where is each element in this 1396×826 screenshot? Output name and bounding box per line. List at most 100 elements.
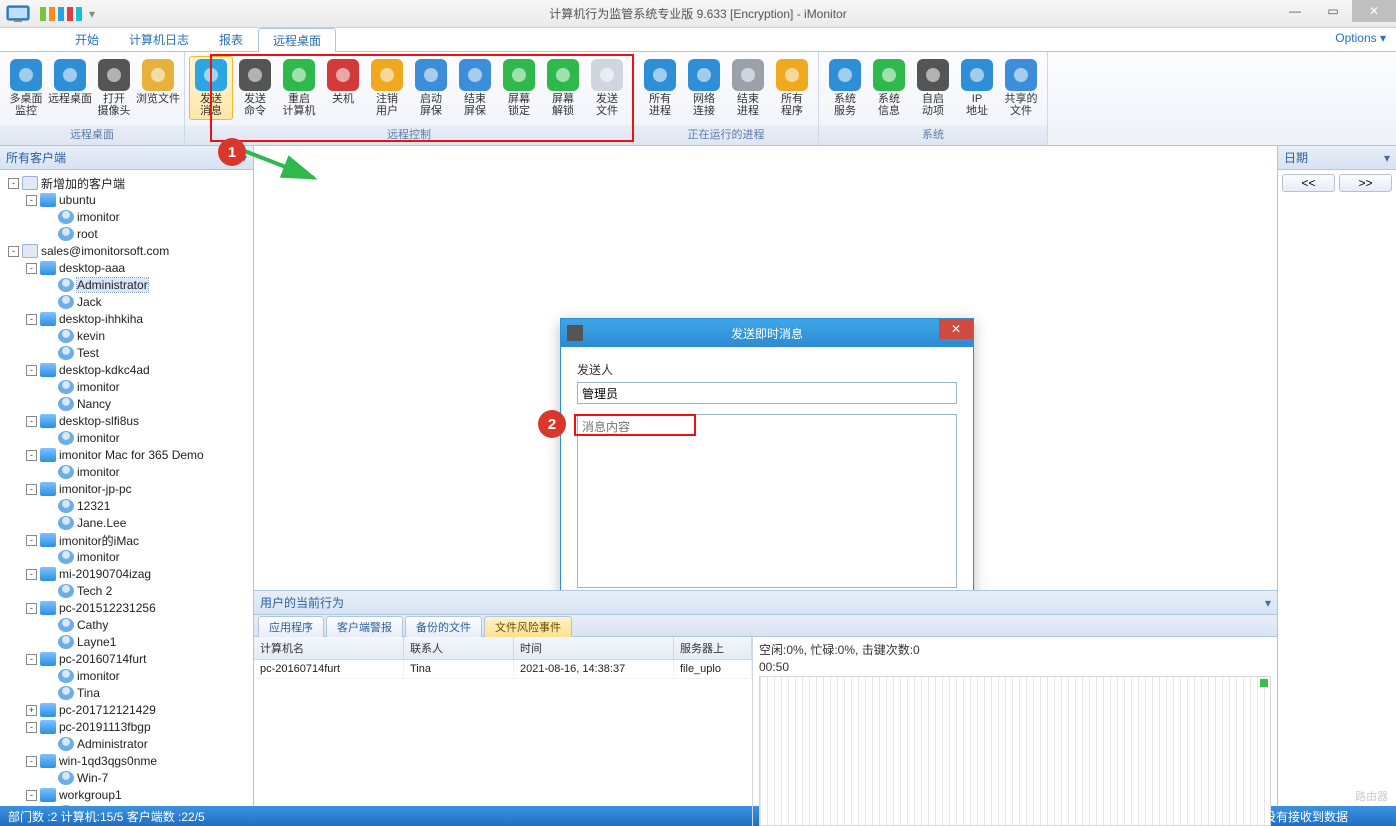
tree-node[interactable]: -pc-20160714furt (2, 651, 251, 667)
options-menu[interactable]: Options (1335, 31, 1386, 45)
tree-node[interactable]: Jane.Lee (2, 515, 251, 531)
ribbon-btn-3-0[interactable]: 系统 服务 (823, 56, 867, 120)
ribbon-btn-2-1[interactable]: 网络 连接 (682, 56, 726, 120)
tree-node[interactable]: Cathy (2, 617, 251, 633)
menu-tab-0[interactable]: 开始 (60, 27, 114, 51)
grid-col-header[interactable]: 计算机名 (254, 637, 404, 659)
ribbon-btn-1-3[interactable]: 关机 (321, 56, 365, 108)
tree-node[interactable]: -pc-20191113fbgp (2, 719, 251, 735)
ribbon-btn-1-5[interactable]: 启动 屏保 (409, 56, 453, 120)
menu-tab-3[interactable]: 远程桌面 (258, 28, 336, 52)
table-row[interactable]: pc-20160714furtTina2021-08-16, 14:38:37f… (254, 660, 752, 679)
tree-node[interactable]: Nancy (2, 396, 251, 412)
collapse-icon[interactable]: - (26, 535, 37, 546)
tree-node[interactable]: Layne1 (2, 634, 251, 650)
tree-node[interactable]: -mi-20190704izag (2, 566, 251, 582)
ribbon-btn-1-7[interactable]: 屏幕 锁定 (497, 56, 541, 120)
ribbon-btn-3-4[interactable]: 共享的 文件 (999, 56, 1043, 120)
tree-node[interactable]: -imonitor-jp-pc (2, 481, 251, 497)
message-body-input[interactable] (577, 414, 957, 588)
tree-node[interactable]: -win-1qd3qgs0nme (2, 753, 251, 769)
tree-node[interactable]: Jack (2, 294, 251, 310)
ribbon-btn-0-1[interactable]: 远程桌面 (48, 56, 92, 108)
ribbon-btn-2-3[interactable]: 所有 程序 (770, 56, 814, 120)
collapse-icon[interactable]: - (8, 178, 19, 189)
minimize-button[interactable]: — (1276, 0, 1314, 22)
ribbon-btn-1-9[interactable]: 发送 文件 (585, 56, 629, 120)
behavior-grid[interactable]: 计算机名联系人时间服务器上 pc-20160714furtTina2021-08… (254, 637, 753, 826)
tree-node[interactable]: -desktop-aaa (2, 260, 251, 276)
tree-node[interactable]: +pc-201712121429 (2, 702, 251, 718)
behavior-tab-0[interactable]: 应用程序 (258, 616, 324, 637)
dialog-titlebar[interactable]: 发送即时消息 ✕ (561, 319, 973, 347)
grid-col-header[interactable]: 服务器上 (674, 637, 752, 659)
ribbon-btn-1-1[interactable]: 发送 命令 (233, 56, 277, 120)
tree-node[interactable]: Administrator (2, 736, 251, 752)
tree-node[interactable]: imonitor (2, 430, 251, 446)
collapse-icon[interactable]: - (26, 365, 37, 376)
grid-col-header[interactable]: 联系人 (404, 637, 514, 659)
collapse-icon[interactable]: - (26, 416, 37, 427)
menu-tab-2[interactable]: 报表 (204, 27, 258, 51)
ribbon-btn-1-6[interactable]: 结束 屏保 (453, 56, 497, 120)
tree-node[interactable]: -imonitor Mac for 365 Demo (2, 447, 251, 463)
tree-node[interactable]: imonitor (2, 464, 251, 480)
panel-menu-icon[interactable]: ▾ (1265, 596, 1271, 610)
tree-node[interactable]: imonitor (2, 379, 251, 395)
close-button[interactable]: ✕ (1352, 0, 1396, 22)
behavior-tab-3[interactable]: 文件风险事件 (484, 616, 572, 637)
quick-access-toolbar[interactable]: ▾ (40, 7, 95, 21)
tree-node[interactable]: imonitor (2, 209, 251, 225)
tree-node[interactable]: kevin (2, 328, 251, 344)
ribbon-btn-0-3[interactable]: 浏览文件 (136, 56, 180, 108)
tree-node[interactable]: -desktop-kdkc4ad (2, 362, 251, 378)
menu-tab-1[interactable]: 计算机日志 (114, 27, 204, 51)
collapse-icon[interactable]: - (26, 654, 37, 665)
client-tree[interactable]: -新增加的客户端-ubuntuimonitorroot-sales@imonit… (0, 170, 253, 806)
tree-node[interactable]: -desktop-ihhkiha (2, 311, 251, 327)
tree-node[interactable]: Tina (2, 685, 251, 701)
behavior-tab-1[interactable]: 客户端警报 (326, 616, 403, 637)
collapse-icon[interactable]: - (26, 314, 37, 325)
tree-node[interactable]: -imonitor的iMac (2, 532, 251, 548)
tree-node[interactable]: Test (2, 345, 251, 361)
tree-node[interactable]: -新增加的客户端 (2, 175, 251, 191)
tree-node[interactable]: -pc-201512231256 (2, 600, 251, 616)
collapse-icon[interactable]: - (26, 569, 37, 580)
tree-node[interactable]: -desktop-slfi8us (2, 413, 251, 429)
ribbon-btn-3-3[interactable]: IP 地址 (955, 56, 999, 120)
ribbon-btn-2-0[interactable]: 所有 进程 (638, 56, 682, 120)
tree-node[interactable]: Administrator (2, 804, 251, 806)
tree-node[interactable]: Tech 2 (2, 583, 251, 599)
ribbon-btn-0-2[interactable]: 打开 摄像头 (92, 56, 136, 120)
ribbon-btn-3-1[interactable]: 系统 信息 (867, 56, 911, 120)
panel-menu-icon[interactable]: ▾ (1384, 151, 1390, 165)
tree-node[interactable]: Administrator (2, 277, 251, 293)
expand-icon[interactable]: + (26, 705, 37, 716)
tree-node[interactable]: imonitor (2, 549, 251, 565)
tree-node[interactable]: Win-7 (2, 770, 251, 786)
collapse-icon[interactable]: - (26, 450, 37, 461)
maximize-button[interactable]: ▭ (1314, 0, 1352, 22)
ribbon-btn-0-0[interactable]: 多桌面 监控 (4, 56, 48, 120)
date-prev-button[interactable]: << (1282, 174, 1335, 192)
date-next-button[interactable]: >> (1339, 174, 1392, 192)
ribbon-btn-1-2[interactable]: 重启 计算机 (277, 56, 321, 120)
collapse-icon[interactable]: - (26, 603, 37, 614)
ribbon-btn-2-2[interactable]: 结束 进程 (726, 56, 770, 120)
ribbon-btn-3-2[interactable]: 自启 动项 (911, 56, 955, 120)
ribbon-btn-1-8[interactable]: 屏幕 解锁 (541, 56, 585, 120)
collapse-icon[interactable]: - (26, 722, 37, 733)
collapse-icon[interactable]: - (26, 484, 37, 495)
ribbon-btn-1-0[interactable]: 发送 消息 (189, 56, 233, 120)
ribbon-btn-1-4[interactable]: 注销 用户 (365, 56, 409, 120)
collapse-icon[interactable]: - (26, 263, 37, 274)
collapse-icon[interactable]: - (26, 195, 37, 206)
tree-node[interactable]: -sales@imonitorsoft.com (2, 243, 251, 259)
grid-col-header[interactable]: 时间 (514, 637, 674, 659)
tree-node[interactable]: -ubuntu (2, 192, 251, 208)
behavior-tab-2[interactable]: 备份的文件 (405, 616, 482, 637)
collapse-icon[interactable]: - (26, 756, 37, 767)
tree-node[interactable]: imonitor (2, 668, 251, 684)
tree-node[interactable]: -workgroup1 (2, 787, 251, 803)
